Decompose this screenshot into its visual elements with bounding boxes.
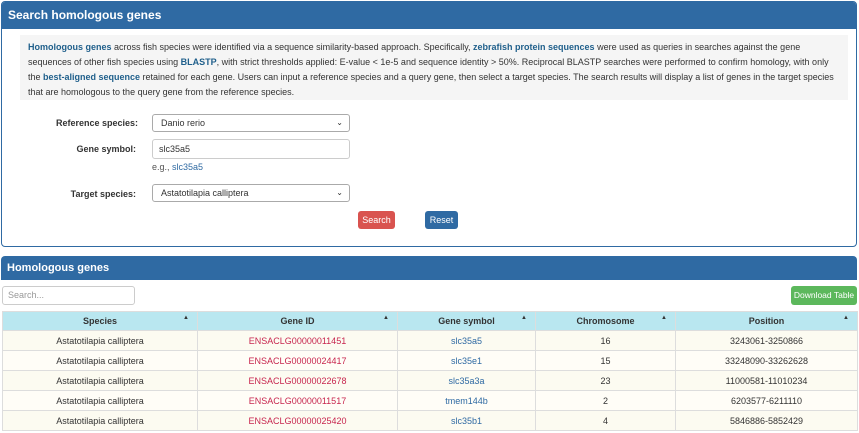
position-cell: 6203577-6211110 bbox=[675, 390, 858, 411]
gene-symbol-link[interactable]: slc35b1 bbox=[397, 410, 536, 431]
intro-highlight-best-aligned: best-aligned sequence bbox=[43, 72, 141, 82]
column-header-species[interactable]: Species ▲ bbox=[2, 311, 198, 331]
column-label: Gene ID bbox=[280, 316, 315, 326]
target-species-select[interactable]: Astatotilapia calliptera ⌄ bbox=[152, 184, 350, 202]
search-panel-title: Search homologous genes bbox=[2, 2, 856, 29]
sort-icon: ▲ bbox=[843, 315, 849, 321]
intro-text: Homologous genes across fish species wer… bbox=[20, 35, 848, 100]
intro-highlight-blastp: BLASTP bbox=[180, 57, 217, 67]
intro-text-part: retained for each gene. Users can input … bbox=[28, 72, 834, 97]
gene-id-link[interactable]: ENSACLG00000011517 bbox=[197, 390, 398, 411]
chromosome-cell: 2 bbox=[535, 390, 676, 411]
sort-icon: ▲ bbox=[183, 315, 189, 321]
chromosome-cell: 4 bbox=[535, 410, 676, 431]
column-header-gene-symbol[interactable]: Gene symbol ▲ bbox=[397, 311, 536, 331]
intro-highlight-homologous: Homologous genes bbox=[28, 42, 112, 52]
column-label: Position bbox=[748, 316, 785, 326]
gene-symbol-link[interactable]: slc35a3a bbox=[397, 370, 536, 391]
position-cell: 11000581-11010234 bbox=[675, 370, 858, 391]
table-row: Astatotilapia calliptera ENSACLG00000024… bbox=[2, 350, 858, 371]
reference-species-label: Reference species: bbox=[55, 118, 138, 128]
target-species-value: Astatotilapia calliptera bbox=[161, 188, 249, 198]
column-label: Gene symbol bbox=[438, 316, 495, 326]
search-button[interactable]: Search bbox=[358, 211, 395, 229]
gene-symbol-label: Gene symbol: bbox=[76, 144, 136, 154]
reference-species-select[interactable]: Danio rerio ⌄ bbox=[152, 114, 350, 132]
gene-symbol-link[interactable]: slc35a5 bbox=[397, 330, 536, 351]
target-species-label: Target species: bbox=[70, 189, 136, 199]
species-cell: Astatotilapia calliptera bbox=[2, 350, 198, 371]
gene-symbol-input[interactable]: slc35a5 bbox=[152, 139, 350, 159]
gene-example-hint: e.g., slc35a5 bbox=[152, 162, 203, 172]
results-panel-title: Homologous genes bbox=[1, 256, 857, 280]
download-table-button[interactable]: Download Table bbox=[791, 286, 857, 305]
gene-id-link[interactable]: ENSACLG00000025420 bbox=[197, 410, 398, 431]
position-cell: 3243061-3250866 bbox=[675, 330, 858, 351]
gene-symbol-link[interactable]: slc35e1 bbox=[397, 350, 536, 371]
intro-text-part: across fish species were identified via … bbox=[111, 42, 474, 52]
results-table: Species ▲ Gene ID ▲ Gene symbol ▲ Chromosom… bbox=[2, 311, 858, 431]
position-cell: 5846886-5852429 bbox=[675, 410, 858, 431]
column-header-gene-id[interactable]: Gene ID ▲ bbox=[197, 311, 398, 331]
hint-prefix: e.g., bbox=[152, 162, 173, 172]
column-label: Chromosome bbox=[576, 316, 635, 326]
column-label: Species bbox=[82, 316, 118, 326]
species-cell: Astatotilapia calliptera bbox=[2, 330, 198, 351]
reset-button[interactable]: Reset bbox=[425, 211, 458, 229]
sort-icon: ▲ bbox=[661, 315, 667, 321]
example-gene-link[interactable]: slc35a5 bbox=[172, 162, 203, 172]
chromosome-cell: 16 bbox=[535, 330, 676, 351]
reference-species-value: Danio rerio bbox=[161, 118, 206, 128]
sort-icon: ▲ bbox=[521, 315, 527, 321]
species-cell: Astatotilapia calliptera bbox=[2, 410, 198, 431]
table-row: Astatotilapia calliptera ENSACLG00000022… bbox=[2, 370, 858, 391]
chevron-down-icon: ⌄ bbox=[336, 118, 343, 127]
chevron-down-icon: ⌄ bbox=[336, 188, 343, 197]
species-cell: Astatotilapia calliptera bbox=[2, 370, 198, 391]
gene-id-link[interactable]: ENSACLG00000022678 bbox=[197, 370, 398, 391]
position-cell: 33248090-33262628 bbox=[675, 350, 858, 371]
table-row: Astatotilapia calliptera ENSACLG00000011… bbox=[2, 330, 858, 351]
chromosome-cell: 15 bbox=[535, 350, 676, 371]
sort-icon: ▲ bbox=[383, 315, 389, 321]
gene-symbol-link[interactable]: tmem144b bbox=[397, 390, 536, 411]
gene-id-link[interactable]: ENSACLG00000024417 bbox=[197, 350, 398, 371]
intro-highlight-zebrafish: zebrafish protein sequences bbox=[473, 42, 595, 52]
species-cell: Astatotilapia calliptera bbox=[2, 390, 198, 411]
table-row: Astatotilapia calliptera ENSACLG00000025… bbox=[2, 410, 858, 431]
table-row: Astatotilapia calliptera ENSACLG00000011… bbox=[2, 390, 858, 411]
column-header-chromosome[interactable]: Chromosome ▲ bbox=[535, 311, 676, 331]
gene-id-link[interactable]: ENSACLG00000011451 bbox=[197, 330, 398, 351]
column-header-position[interactable]: Position ▲ bbox=[675, 311, 858, 331]
table-search-input[interactable]: Search... bbox=[2, 286, 135, 305]
chromosome-cell: 23 bbox=[535, 370, 676, 391]
